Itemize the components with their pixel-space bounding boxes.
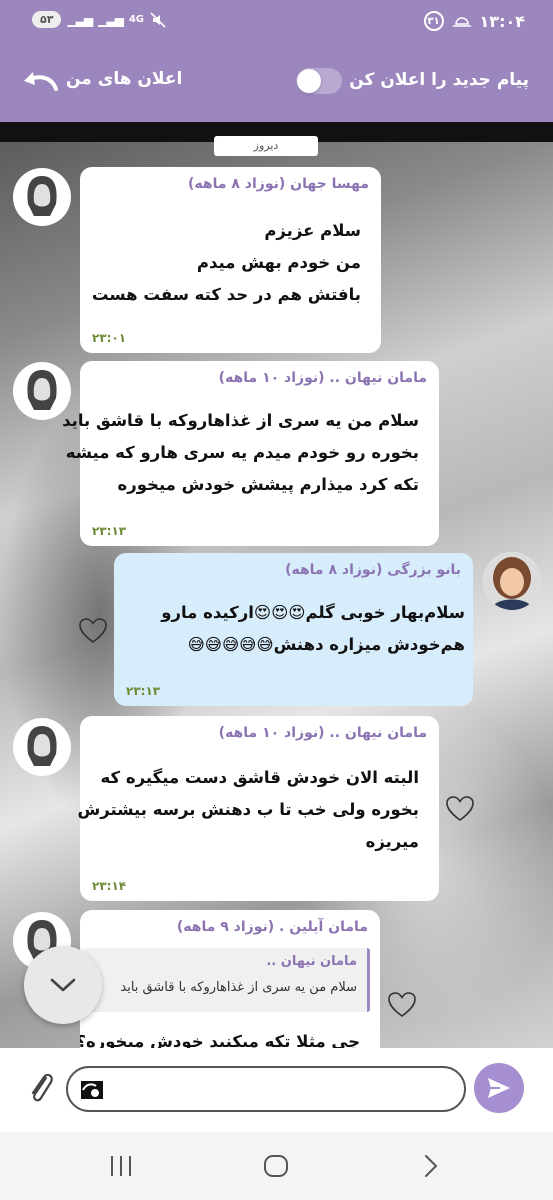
avatar[interactable]	[13, 718, 71, 776]
message-time: ۲۳:۱۳	[92, 524, 127, 538]
message-text: سلام‌بهار خوبی گلم😍😍😍ارکیده مارو هم‌خودش…	[161, 597, 465, 661]
network-type: 4G	[128, 14, 144, 25]
message-line: هم‌خودش میزاره دهنش😅😅😅😅😅	[187, 635, 465, 654]
sender-name[interactable]: مهسا جهان (نوزاد ۸ ماهه)	[188, 176, 369, 192]
notify-toggle-switch[interactable]	[296, 68, 342, 94]
app-bar: پیام جدید را اعلان کن اعلان های من	[0, 42, 553, 122]
status-left-group: ۵۳ ▁▃▅ ▁▃▅ 4G	[32, 11, 166, 28]
heart-icon[interactable]	[445, 795, 475, 823]
status-right-group: ۱۳:۰۴ ۳۱	[423, 11, 525, 31]
message-text: چی مثلا تکه میکنید خودش میخوره؟	[80, 1026, 360, 1048]
message-time: ۲۳:۱۳	[126, 684, 161, 698]
message-line: البته الان خودش قاشق دست میگیره که	[100, 768, 419, 787]
message-text: سلام عزیزم من خودم بهش میدم بافتش هم در …	[92, 215, 361, 311]
reply-sender-name: مامان نیهان ..	[266, 954, 357, 969]
default-avatar-icon	[27, 370, 57, 410]
heart-icon[interactable]	[387, 991, 417, 1019]
message-line: بخوره ولی خب تا ب دهنش برسه بیشترش	[77, 800, 419, 819]
reply-text: سلام من یه سری از غذاهاروکه با قاشق باید	[120, 980, 357, 995]
heart-icon[interactable]	[78, 617, 108, 645]
calendar-badge: ۳۱	[423, 11, 444, 31]
message-line: چی مثلا تکه میکنید خودش میخوره؟	[80, 1032, 360, 1048]
reply-quote[interactable]: مامان نیهان .. سلام من یه سری از غذاهارو…	[84, 948, 370, 1012]
message-line: بافتش هم در حد کته سفت هست	[91, 285, 361, 304]
profile-photo	[483, 552, 541, 610]
sender-name[interactable]: مامان نیهان .. (نوزاد ۱۰ ماهه)	[219, 370, 427, 386]
signal-icon-2: ▁▃▅	[98, 12, 124, 27]
home-icon[interactable]	[261, 1152, 291, 1180]
message-line: من خودم بهش میدم	[196, 253, 361, 272]
message-line: میریزه	[365, 832, 419, 851]
message-text: سلام من یه سری از غذاهاروکه با قاشق باید…	[62, 405, 419, 501]
signal-icon: ▁▃▅	[67, 12, 93, 27]
default-avatar-icon	[27, 176, 57, 216]
message-line: سلام من یه سری از غذاهاروکه با قاشق باید	[62, 411, 419, 430]
back-arrow-icon[interactable]	[20, 69, 60, 95]
date-divider: دیروز	[214, 136, 318, 156]
message-bubble[interactable]: مهسا جهان (نوزاد ۸ ماهه) سلام عزیزم من خ…	[80, 167, 381, 353]
message-bubble[interactable]: مامان نیهان .. (نوزاد ۱۰ ماهه) سلام من ی…	[62, 361, 439, 546]
status-bar: ۵۳ ▁▃▅ ▁▃▅ 4G ۱۳:۰۴ ۳۱	[0, 0, 553, 42]
avatar[interactable]	[13, 168, 71, 226]
default-avatar-icon	[27, 726, 57, 766]
weather-icon	[452, 17, 471, 27]
message-bubble[interactable]: مامان آیلین . (نوزاد ۹ ماهه) مامان نیهان…	[80, 910, 380, 1048]
recents-icon[interactable]	[106, 1152, 136, 1180]
status-time: ۱۳:۰۴	[479, 11, 525, 31]
mute-icon	[150, 11, 166, 28]
send-button[interactable]	[474, 1063, 524, 1113]
user-photo-avatar[interactable]	[483, 552, 541, 610]
own-message-bubble[interactable]: بانو بزرگی (نوزاد ۸ ماهه) سلام‌بهار خوبی…	[114, 553, 473, 706]
battery-indicator: ۵۳	[32, 11, 62, 28]
message-input[interactable]	[66, 1066, 466, 1112]
sender-name[interactable]: مامان آیلین . (نوزاد ۹ ماهه)	[177, 919, 368, 935]
message-line: سلام عزیزم	[264, 221, 361, 240]
system-navigation-bar	[0, 1132, 553, 1200]
attach-icon[interactable]	[26, 1068, 56, 1108]
back-nav-icon[interactable]	[416, 1152, 446, 1180]
chevron-down-icon	[50, 978, 76, 992]
toggle-knob	[297, 69, 321, 93]
message-time: ۲۳:۰۱	[92, 331, 127, 345]
sender-name[interactable]: بانو بزرگی (نوزاد ۸ ماهه)	[285, 562, 461, 578]
message-time: ۲۳:۱۴	[92, 879, 127, 893]
message-text: البته الان خودش قاشق دست میگیره که بخوره…	[77, 762, 419, 858]
page-title: اعلان های من	[66, 69, 183, 89]
sender-name[interactable]: مامان نیهان .. (نوزاد ۱۰ ماهه)	[219, 725, 427, 741]
send-icon	[488, 1078, 510, 1098]
message-input-bar	[0, 1048, 553, 1132]
notify-new-message-label: پیام جدید را اعلان کن	[349, 70, 529, 90]
message-line: سلام‌بهار خوبی گلم😍😍😍ارکیده مارو	[161, 603, 465, 622]
message-line: تکه کرد میذارم پیشش خودش میخوره	[117, 475, 419, 494]
scroll-down-button[interactable]	[24, 946, 102, 1024]
message-bubble[interactable]: مامان نیهان .. (نوزاد ۱۰ ماهه) البته الا…	[77, 716, 439, 901]
message-line: بخوره رو خودم میدم یه سری هارو که میشه	[65, 443, 419, 462]
emoji-icon[interactable]	[78, 1078, 106, 1102]
